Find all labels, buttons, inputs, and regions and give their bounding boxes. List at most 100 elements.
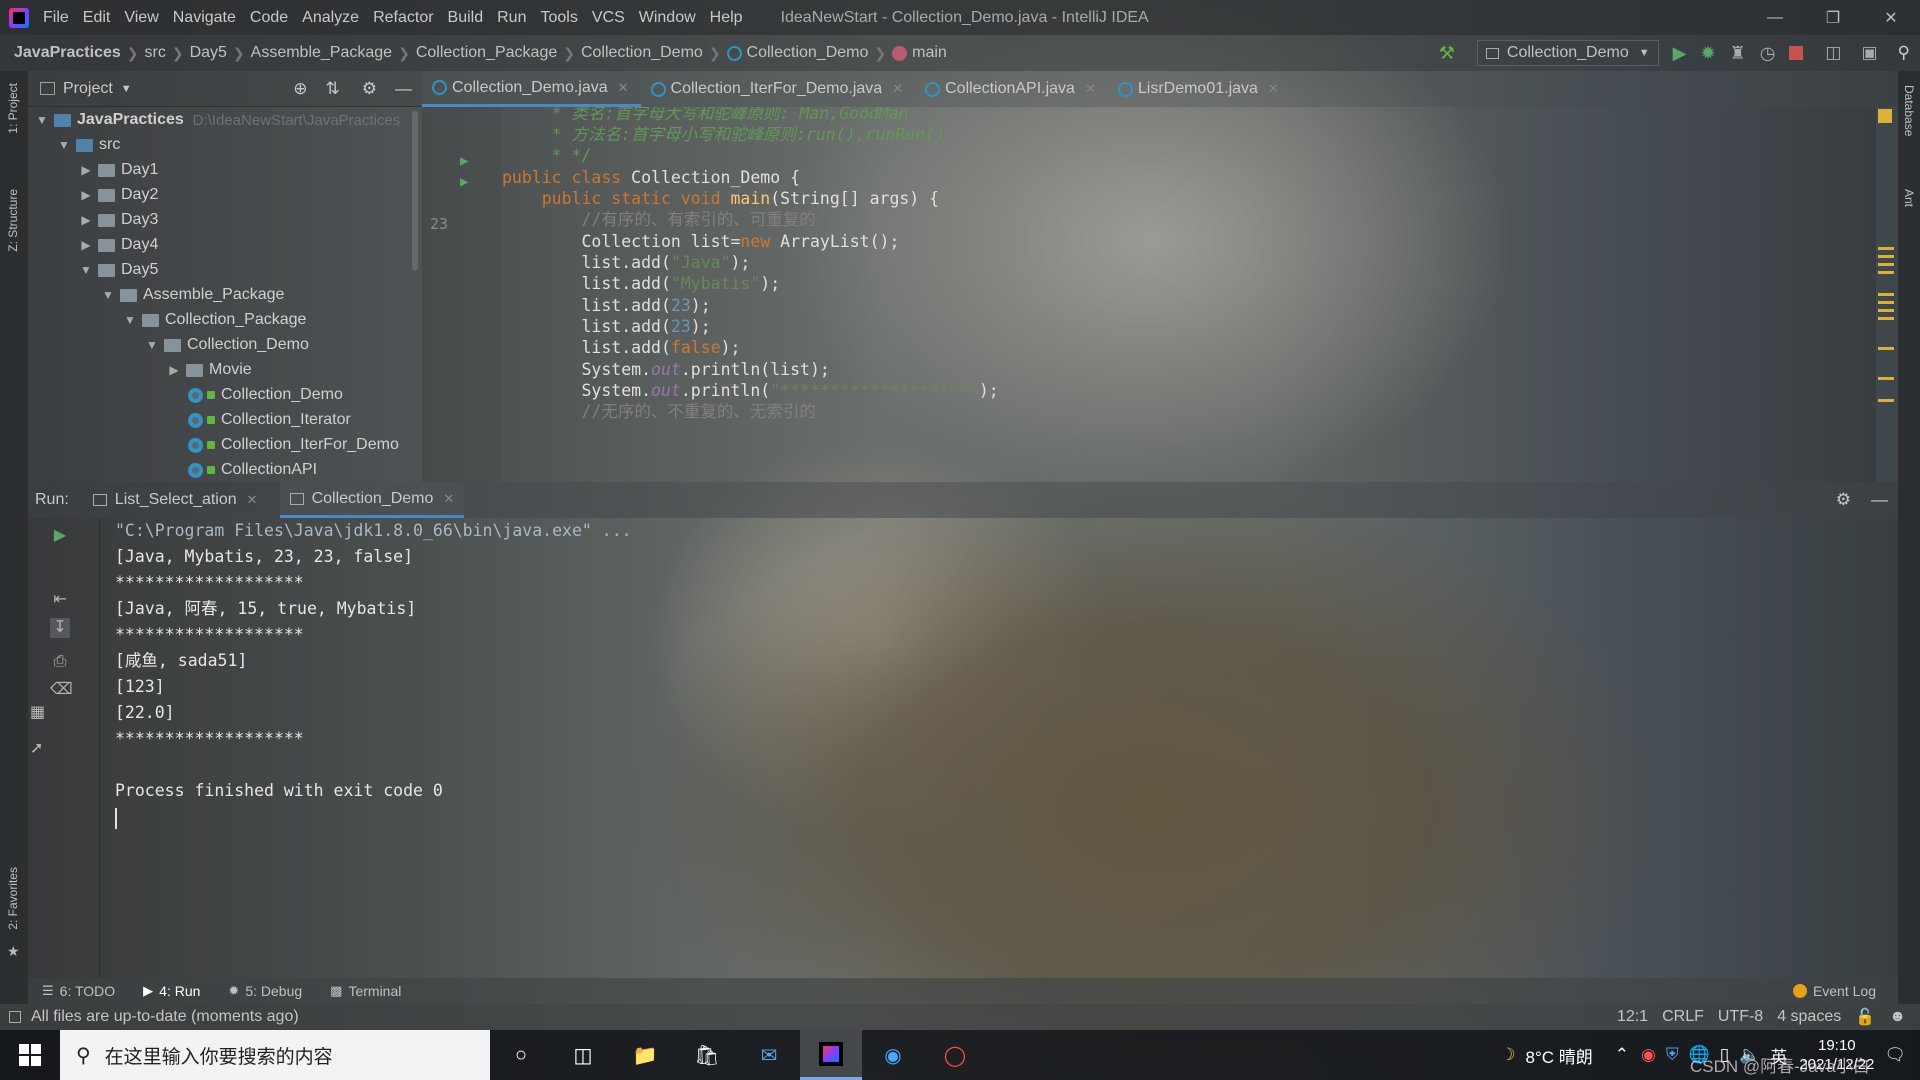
profile-icon[interactable]: ◷ <box>1760 43 1776 64</box>
task-view-icon[interactable]: ◫ <box>552 1030 614 1080</box>
close-icon[interactable]: ✕ <box>892 81 903 97</box>
soft-wrap-icon[interactable]: ⇤ <box>50 590 70 610</box>
gear-icon[interactable]: ⚙ <box>362 79 377 99</box>
warning-icon[interactable] <box>1878 109 1892 123</box>
close-icon[interactable]: ✕ <box>1268 81 1279 97</box>
structure-tool-button[interactable]: Z: Structure <box>6 189 20 252</box>
security-icon[interactable]: ⛨ <box>1666 1045 1679 1065</box>
restore-icon[interactable]: ❐ <box>1804 8 1862 28</box>
store-icon[interactable]: 🛍 <box>676 1030 738 1080</box>
lock-icon[interactable]: 🔓 <box>1855 1007 1875 1027</box>
debug-icon[interactable]: ✹ <box>1700 43 1715 64</box>
todo-tool-button[interactable]: ☰ 6: TODO <box>42 983 115 999</box>
run-class-gutter-icon[interactable]: ▶ <box>460 153 468 169</box>
menu-vcs[interactable]: VCS <box>592 9 625 27</box>
terminal-tool-button[interactable]: ▩ Terminal <box>330 983 401 999</box>
indent-setting[interactable]: 4 spaces <box>1777 1008 1841 1026</box>
tree-node-collection-package[interactable]: ▼ Collection_Package <box>122 308 306 332</box>
console-output[interactable]: "C:\Program Files\Java\jdk1.8.0_66\bin\j… <box>100 518 1898 978</box>
code-editor[interactable]: * 类名:首字母大写和驼峰原则: Man,GoodMan * 方法名:首字母小写… <box>502 107 1876 482</box>
tree-node-day2[interactable]: ▶ Day2 <box>78 183 158 207</box>
weather-text[interactable]: 8°C 晴朗 <box>1526 1043 1593 1068</box>
taskbar-search[interactable]: ⚲ 在这里输入你要搜索的内容 <box>60 1030 490 1080</box>
restore-layout-icon[interactable]: ▦ <box>30 702 45 722</box>
mail-icon[interactable]: ✉ <box>738 1030 800 1080</box>
notification-center-icon[interactable]: 🗨 <box>1884 1045 1906 1065</box>
inspector-icon[interactable]: ☻ <box>1889 1008 1906 1026</box>
menu-tools[interactable]: Tools <box>540 9 577 27</box>
run-config-select[interactable]: Collection_Demo ▼ <box>1476 40 1659 66</box>
hide-panel-icon[interactable]: — <box>1871 490 1888 510</box>
breadcrumb-assemble-package[interactable]: Assemble_Package <box>251 44 392 62</box>
editor-error-stripe[interactable] <box>1874 107 1898 482</box>
menu-file[interactable]: File <box>43 9 69 27</box>
tree-node-day1[interactable]: ▶ Day1 <box>78 158 158 182</box>
scroll-to-end-icon[interactable]: ↧ <box>50 618 70 638</box>
chevron-down-icon[interactable]: ▼ <box>121 83 132 95</box>
run-tool-button[interactable]: ▶ 4: Run <box>143 983 200 999</box>
tab-lisrdemo01[interactable]: LisrDemo01.java ✕ <box>1108 71 1291 107</box>
database-tool-button[interactable]: Database <box>1902 85 1916 136</box>
breadcrumb-src[interactable]: src <box>145 44 166 62</box>
music-app-icon[interactable]: ◯ <box>924 1030 986 1080</box>
close-icon[interactable]: ✕ <box>443 491 454 507</box>
minimize-icon[interactable]: — <box>1746 9 1804 27</box>
file-explorer-icon[interactable]: 📁 <box>614 1030 676 1080</box>
menu-build[interactable]: Build <box>448 9 484 27</box>
favorites-tool-button[interactable]: 2: Favorites <box>6 867 20 930</box>
tree-node-src[interactable]: ▼ src <box>56 133 120 157</box>
browser-icon[interactable]: ◉ <box>862 1030 924 1080</box>
tree-node-collection-demo-package[interactable]: ▼ Collection_Demo <box>144 333 309 357</box>
start-button[interactable] <box>0 1030 60 1080</box>
tree-node-assemble-package[interactable]: ▼ Assemble_Package <box>100 283 284 307</box>
project-tool-button[interactable]: 1: Project <box>6 83 20 134</box>
collapse-all-icon[interactable]: ⇅ <box>326 79 340 99</box>
breadcrumb-class[interactable]: Collection_Demo <box>747 44 869 62</box>
layout-icon[interactable]: ▣ <box>1861 43 1877 63</box>
menu-view[interactable]: View <box>124 9 158 27</box>
tab-collection-demo[interactable]: Collection_Demo.java ✕ <box>422 71 641 107</box>
project-structure-icon[interactable]: ◫ <box>1825 43 1841 63</box>
caret-position[interactable]: 12:1 <box>1617 1008 1648 1026</box>
breadcrumb-day5[interactable]: Day5 <box>190 44 227 62</box>
menu-code[interactable]: Code <box>250 9 288 27</box>
run-method-gutter-icon[interactable]: ▶ <box>460 174 468 190</box>
run-icon[interactable]: ▶ <box>1673 43 1687 64</box>
menu-window[interactable]: Window <box>639 9 696 27</box>
ant-tool-button[interactable]: Ant <box>1902 189 1916 207</box>
layout-toggle-icon[interactable] <box>9 1011 21 1023</box>
search-icon[interactable]: ⚲ <box>1898 43 1910 63</box>
print-icon[interactable]: ⎙ <box>50 652 70 672</box>
tree-node-collection-iterator-class[interactable]: Collection_Iterator <box>188 408 351 432</box>
tree-scrollbar[interactable] <box>412 111 418 271</box>
build-hammer-icon[interactable]: ⚒ <box>1439 43 1455 64</box>
cortana-icon[interactable]: ○ <box>490 1030 552 1080</box>
gear-icon[interactable]: ⚙ <box>1836 490 1851 510</box>
menu-help[interactable]: Help <box>710 9 743 27</box>
qq-icon[interactable]: ◉ <box>1641 1045 1656 1065</box>
event-log-button[interactable]: Event Log <box>1792 983 1876 999</box>
pin-icon[interactable]: ➚ <box>30 738 43 758</box>
tree-node-root[interactable]: ▼ JavaPractices D:\IdeaNewStart\JavaPrac… <box>34 108 400 132</box>
tree-node-movie[interactable]: ▶ Movie <box>166 358 251 382</box>
locate-icon[interactable]: ⊕ <box>293 79 307 99</box>
close-icon[interactable]: ✕ <box>618 80 629 96</box>
tab-collection-iterfor-demo[interactable]: Collection_IterFor_Demo.java ✕ <box>641 71 916 107</box>
close-icon[interactable]: ✕ <box>1862 8 1920 28</box>
line-separator[interactable]: CRLF <box>1662 1008 1704 1026</box>
coverage-icon[interactable]: ♜ <box>1730 43 1746 64</box>
tab-collection-api[interactable]: CollectionAPI.java ✕ <box>915 71 1108 107</box>
tree-node-collection-api-class[interactable]: CollectionAPI <box>188 458 317 482</box>
tree-node-day3[interactable]: ▶ Day3 <box>78 208 158 232</box>
breadcrumb-collection-demo-package[interactable]: Collection_Demo <box>581 44 703 62</box>
breadcrumb-project[interactable]: JavaPractices <box>14 44 121 62</box>
hide-panel-icon[interactable]: — <box>395 79 412 99</box>
menu-edit[interactable]: Edit <box>83 9 111 27</box>
menu-refactor[interactable]: Refactor <box>373 9 433 27</box>
close-icon[interactable]: ✕ <box>247 492 258 508</box>
run-tab-collection-demo[interactable]: Collection_Demo ✕ <box>279 482 465 518</box>
menu-navigate[interactable]: Navigate <box>173 9 236 27</box>
menu-run[interactable]: Run <box>497 9 526 27</box>
tree-node-day4[interactable]: ▶ Day4 <box>78 233 158 257</box>
tray-overflow-icon[interactable]: ⌃ <box>1615 1045 1629 1065</box>
